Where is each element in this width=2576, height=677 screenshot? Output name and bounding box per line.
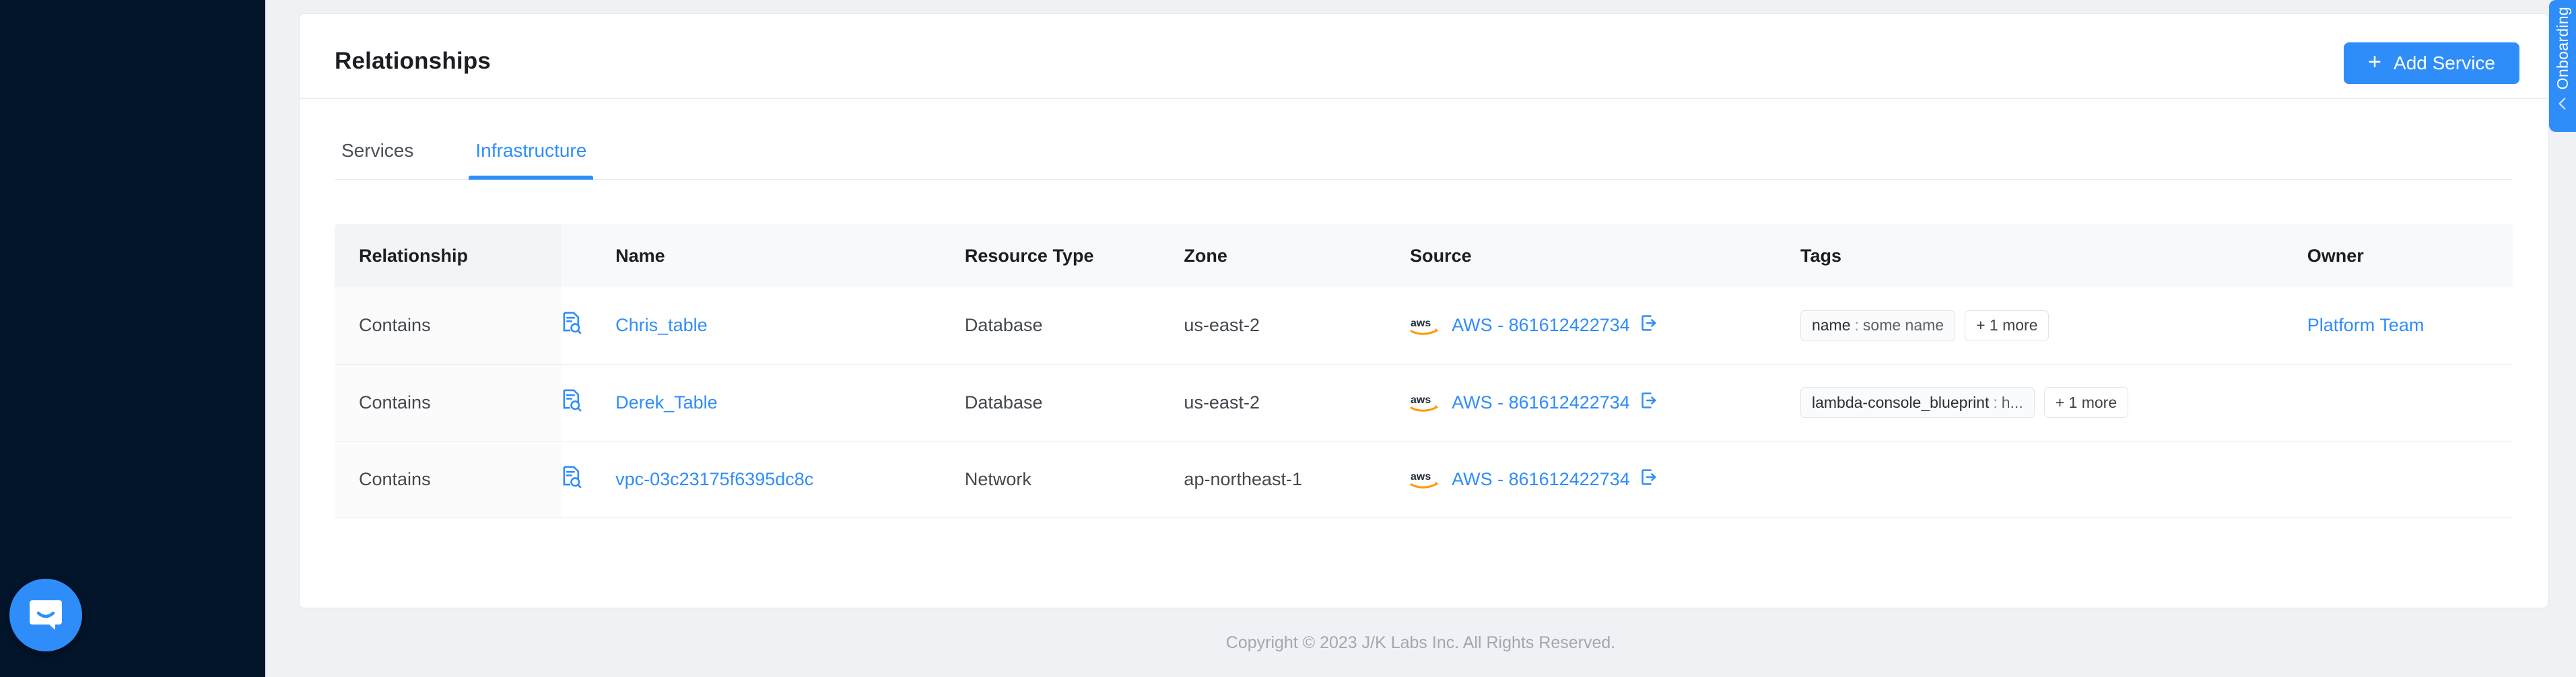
cell-tags: lambda-console_blueprint : h... + 1 more [1800, 364, 2307, 441]
column-header-zone: Zone [1184, 224, 1411, 287]
table-row: Contains [335, 441, 2513, 518]
cell-resource-type: Database [964, 287, 1184, 365]
svg-text:aws: aws [1411, 394, 1431, 406]
column-header-icon [560, 224, 616, 287]
intercom-chat-icon [27, 595, 65, 636]
card-header: Relationships + Add Service [300, 14, 2548, 99]
cell-tags: name : some name + 1 more [1800, 287, 2307, 365]
document-search-icon [561, 466, 582, 493]
cell-source: aws AWS - 861612422734 [1410, 364, 1800, 441]
relationships-card: Relationships + Add Service Services Inf… [299, 13, 2548, 608]
resource-name-link[interactable]: Chris_table [615, 315, 708, 335]
add-service-label: Add Service [2394, 52, 2495, 73]
tab-infrastructure[interactable]: Infrastructure [469, 140, 594, 180]
cell-name: Derek_Table [615, 364, 965, 441]
left-sidebar [0, 0, 265, 677]
tag-separator: : [1993, 393, 1998, 411]
aws-logo: aws [1410, 316, 1441, 336]
aws-logo: aws [1410, 392, 1441, 413]
tab-bar: Services Infrastructure [335, 99, 2513, 180]
external-link-icon[interactable] [1641, 314, 1658, 336]
table-row: Contains [335, 364, 2513, 441]
document-search-icon [561, 389, 582, 416]
infrastructure-table: Relationship Name Resource Type Zone Sou… [335, 224, 2513, 518]
copyright-text: Copyright © 2023 J/K Labs Inc. All Right… [1225, 633, 1616, 652]
resource-name-link[interactable]: Derek_Table [615, 392, 718, 413]
tag-separator: : [1854, 316, 1859, 334]
resource-name-link[interactable]: vpc-03c23175f6395dc8c [615, 469, 813, 489]
column-header-relationship: Relationship [335, 224, 561, 287]
tag-chip[interactable]: lambda-console_blueprint : h... [1800, 387, 2035, 418]
tags-more-badge[interactable]: + 1 more [2043, 387, 2129, 418]
infrastructure-table-wrapper: Relationship Name Resource Type Zone Sou… [335, 224, 2513, 518]
svg-text:aws: aws [1411, 471, 1431, 483]
app-root: Relationships + Add Service Services Inf… [0, 0, 2576, 677]
table-header-row: Relationship Name Resource Type Zone Sou… [335, 224, 2513, 287]
tag-value: some name [1862, 316, 1944, 334]
tag-key: name [1811, 316, 1851, 334]
source-account-link[interactable]: AWS - 861612422734 [1452, 469, 1630, 490]
add-service-button[interactable]: + Add Service [2344, 42, 2519, 84]
cell-zone: ap-northeast-1 [1184, 441, 1411, 518]
column-header-tags: Tags [1800, 224, 2307, 287]
cell-zone: us-east-2 [1184, 287, 1411, 365]
cell-name: vpc-03c23175f6395dc8c [615, 441, 965, 518]
cell-resource-type: Network [964, 441, 1184, 518]
document-search-icon [561, 312, 582, 338]
cell-source: aws AWS - 861612422734 [1410, 287, 1800, 365]
cell-owner [2307, 364, 2513, 441]
cell-owner: Platform Team [2307, 287, 2513, 365]
cell-relationship: Contains [335, 287, 561, 365]
column-header-name: Name [615, 224, 965, 287]
plus-icon: + [2368, 49, 2382, 75]
onboarding-label: Onboarding [2553, 7, 2571, 90]
tag-key: lambda-console_blueprint [1811, 393, 1990, 411]
cell-source: aws AWS - 861612422734 [1410, 441, 1800, 518]
cell-owner [2307, 441, 2513, 518]
column-header-resource-type: Resource Type [964, 224, 1184, 287]
cell-name: Chris_table [615, 287, 965, 365]
tag-chip[interactable]: name : some name [1800, 310, 1956, 341]
cell-resource-icon[interactable] [560, 441, 616, 518]
onboarding-side-tab[interactable]: Onboarding [2549, 0, 2576, 132]
tags-more-badge[interactable]: + 1 more [1965, 310, 2049, 341]
intercom-chat-launcher[interactable] [9, 579, 82, 651]
cell-resource-icon[interactable] [560, 364, 616, 441]
main-content: Relationships + Add Service Services Inf… [265, 0, 2576, 677]
external-link-icon[interactable] [1641, 468, 1658, 491]
footer: Copyright © 2023 J/K Labs Inc. All Right… [265, 608, 2576, 677]
cell-resource-type: Database [964, 364, 1184, 441]
cell-relationship: Contains [335, 441, 561, 518]
page-title: Relationships [335, 48, 492, 74]
tag-value: h... [2001, 393, 2023, 411]
cell-zone: us-east-2 [1184, 364, 1411, 441]
tab-services[interactable]: Services [335, 140, 420, 179]
column-header-source: Source [1410, 224, 1800, 287]
external-link-icon[interactable] [1641, 392, 1658, 414]
aws-logo: aws [1410, 469, 1441, 489]
source-account-link[interactable]: AWS - 861612422734 [1452, 315, 1630, 336]
chevron-left-icon [2555, 96, 2570, 114]
owner-link[interactable]: Platform Team [2307, 315, 2425, 335]
cell-relationship: Contains [335, 364, 561, 441]
cell-tags [1800, 441, 2307, 518]
cell-resource-icon[interactable] [560, 287, 616, 365]
table-row: Contains [335, 287, 2513, 365]
source-account-link[interactable]: AWS - 861612422734 [1452, 392, 1630, 413]
column-header-owner: Owner [2307, 224, 2513, 287]
svg-text:aws: aws [1411, 318, 1431, 329]
